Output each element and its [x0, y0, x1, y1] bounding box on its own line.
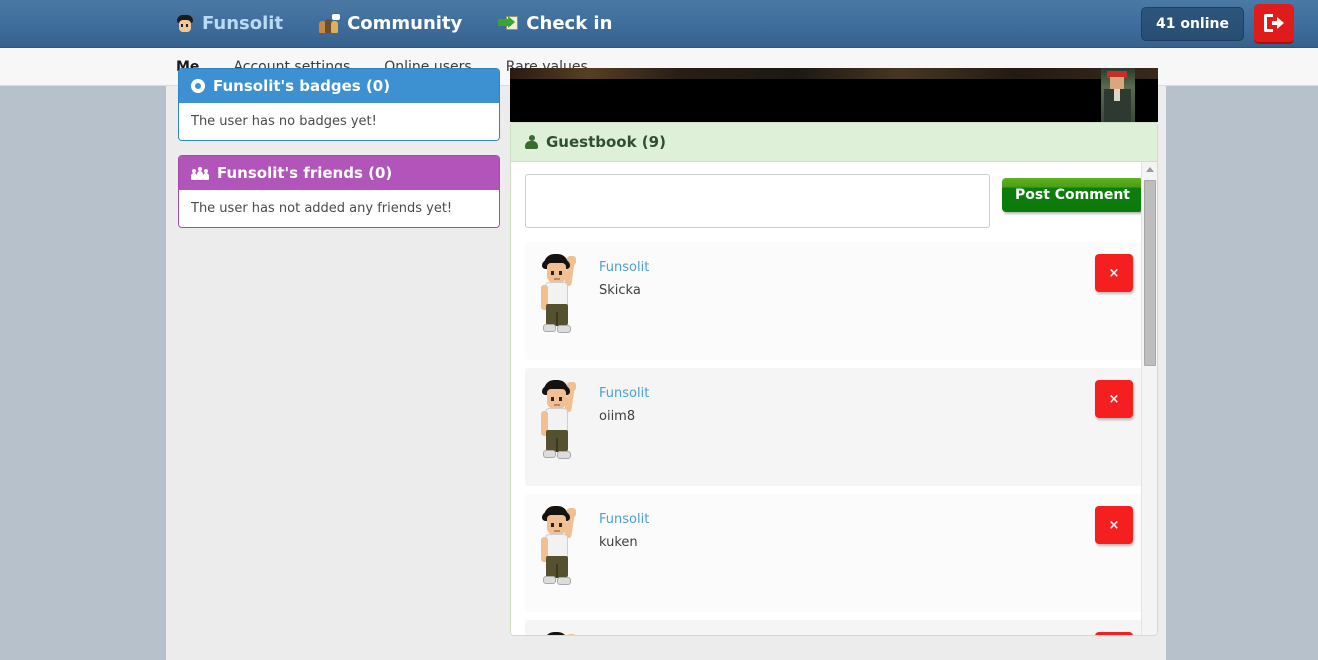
main-column: Guestbook (9) Post Comment Funsolit Skic…	[510, 68, 1158, 636]
pixel-avatar	[537, 630, 585, 635]
delete-entry-button[interactable]: ×	[1095, 506, 1133, 544]
guestbook-scroll-area: Post Comment Funsolit Skicka × Funsolit …	[511, 162, 1157, 635]
guestbook-entry: Funsolit ×	[525, 620, 1143, 635]
people-group-icon	[319, 13, 341, 33]
guestbook-entry: Funsolit Skicka ×	[525, 242, 1143, 360]
entry-username[interactable]: Funsolit	[599, 260, 649, 275]
guestbook-entry: Funsolit oiim8 ×	[525, 368, 1143, 486]
friends-panel-title: Funsolit's friends (0)	[217, 164, 393, 182]
guestbook-entry: Funsolit kuken ×	[525, 494, 1143, 612]
nav-item-community[interactable]: Community	[319, 12, 463, 34]
guestbook-title: Guestbook (9)	[546, 133, 666, 151]
guestbook-card: Guestbook (9) Post Comment Funsolit Skic…	[510, 122, 1158, 636]
online-count-badge[interactable]: 41 online	[1140, 6, 1244, 41]
delete-entry-button[interactable]: ×	[1095, 632, 1133, 635]
scrollbar-thumb[interactable]	[1144, 180, 1156, 366]
nav-item-check-in[interactable]: Check in	[498, 12, 613, 34]
friends-panel-body: The user has not added any friends yet!	[179, 190, 499, 227]
header-right-group: 41 online	[1140, 3, 1294, 44]
badges-panel: Funsolit's badges (0) The user has no ba…	[178, 68, 500, 141]
friends-group-icon	[191, 166, 209, 180]
avatar-head-icon	[176, 14, 194, 33]
profile-banner-image	[510, 68, 1158, 122]
top-header-bar: Funsolit Community Check in 41 online	[0, 0, 1318, 48]
nav-item-profile-label: Funsolit	[202, 12, 284, 34]
comment-compose-row: Post Comment	[525, 174, 1143, 228]
comment-input[interactable]	[525, 174, 990, 228]
page-container: Funsolit's badges (0) The user has no ba…	[166, 68, 1166, 660]
friends-panel-header: Funsolit's friends (0)	[179, 156, 499, 190]
badges-panel-body: The user has no badges yet!	[179, 103, 499, 140]
sidebar-column: Funsolit's badges (0) The user has no ba…	[178, 68, 500, 242]
check-in-arrow-icon	[498, 15, 519, 32]
badge-icon	[191, 79, 205, 93]
entry-message: oiim8	[599, 409, 636, 424]
logout-button[interactable]	[1254, 3, 1294, 44]
post-comment-button[interactable]: Post Comment	[1001, 178, 1143, 212]
banner-thumbnail	[1101, 68, 1135, 122]
pixel-avatar	[537, 504, 585, 586]
scroll-up-arrow-icon[interactable]	[1146, 167, 1154, 172]
guestbook-scrollbar[interactable]	[1141, 162, 1157, 635]
entry-username[interactable]: Funsolit	[599, 512, 649, 527]
nav-item-profile[interactable]: Funsolit	[176, 12, 284, 34]
delete-entry-button[interactable]: ×	[1095, 380, 1133, 418]
nav-item-community-label: Community	[347, 12, 463, 34]
nav-item-check-in-label: Check in	[526, 12, 613, 34]
pixel-avatar	[537, 378, 585, 460]
primary-nav: Funsolit Community Check in	[176, 12, 613, 34]
friends-panel: Funsolit's friends (0) The user has not …	[178, 155, 500, 228]
entry-message: kuken	[599, 535, 638, 550]
pixel-avatar	[537, 252, 585, 334]
guestbook-header: Guestbook (9)	[511, 123, 1157, 162]
delete-entry-button[interactable]: ×	[1095, 254, 1133, 292]
entry-username[interactable]: Funsolit	[599, 386, 649, 401]
entry-message: Skicka	[599, 283, 641, 298]
badges-panel-title: Funsolit's badges (0)	[213, 77, 391, 95]
badges-panel-header: Funsolit's badges (0)	[179, 69, 499, 103]
person-icon	[525, 135, 538, 149]
logout-icon	[1264, 13, 1284, 32]
